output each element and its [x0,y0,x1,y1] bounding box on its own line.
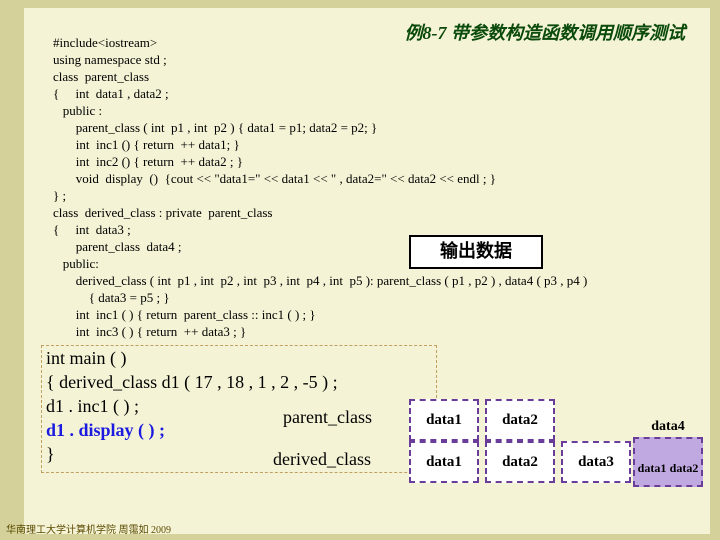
code-line: #include<iostream> [53,35,157,50]
data4-inner-data1: data1 [637,461,667,476]
data4-inner-data2: data2 [669,461,699,476]
code-line: { int data1 , data2 ; [53,86,169,101]
code-line: } ; [53,188,66,203]
main-line: { derived_class d1 ( 17 , 18 , 1 , 2 , -… [46,372,338,392]
code-line: using namespace std ; [53,52,167,67]
parent-data2-box: data2 [485,399,555,441]
code-line: { data3 = p5 ; } [53,290,170,305]
parent-data1-box: data1 [409,399,479,441]
code-line: class derived_class : private parent_cla… [53,205,272,220]
code-line: void display () {cout << "data1=" << dat… [53,171,496,186]
main-line: d1 . inc1 ( ) ; [46,396,139,416]
code-line: derived_class ( int p1 , int p2 , int p3… [53,273,587,288]
code-line: int inc1 ( ) { return parent_class :: in… [53,307,316,322]
derived-data2-box: data2 [485,441,555,483]
main-line: int main ( ) [46,348,126,368]
derived-data4-label: data4 [633,419,703,435]
derived-class-label: derived_class [273,449,371,470]
code-line: int inc2 () { return ++ data2 ; } [53,154,243,169]
code-line: class parent_class [53,69,149,84]
code-line: parent_class ( int p1 , int p2 ) { data1… [53,120,377,135]
footer-text: 华南理工大学计算机学院 周霭如 2009 [6,521,171,536]
code-line: parent_class data4 ; [53,239,182,254]
main-function-box: int main ( ) { derived_class d1 ( 17 , 1… [41,345,437,473]
slide-frame: 例8-7 带参数构造函数调用顺序测试 #include<iostream> us… [24,8,710,534]
code-line: public: [53,256,99,271]
code-line: int inc1 () { return ++ data1; } [53,137,240,152]
derived-data1-box: data1 [409,441,479,483]
code-line: { int data3 ; [53,222,131,237]
code-line: int inc3 ( ) { return ++ data3 ; } [53,324,246,339]
derived-data3-box: data3 [561,441,631,483]
main-line: } [46,444,55,464]
main-line-highlight: d1 . display ( ) ; [46,420,165,440]
parent-class-label: parent_class [283,407,372,428]
code-block: #include<iostream> using namespace std ;… [53,17,587,357]
output-data-box: 输出数据 [409,235,543,269]
code-line: public : [53,103,102,118]
